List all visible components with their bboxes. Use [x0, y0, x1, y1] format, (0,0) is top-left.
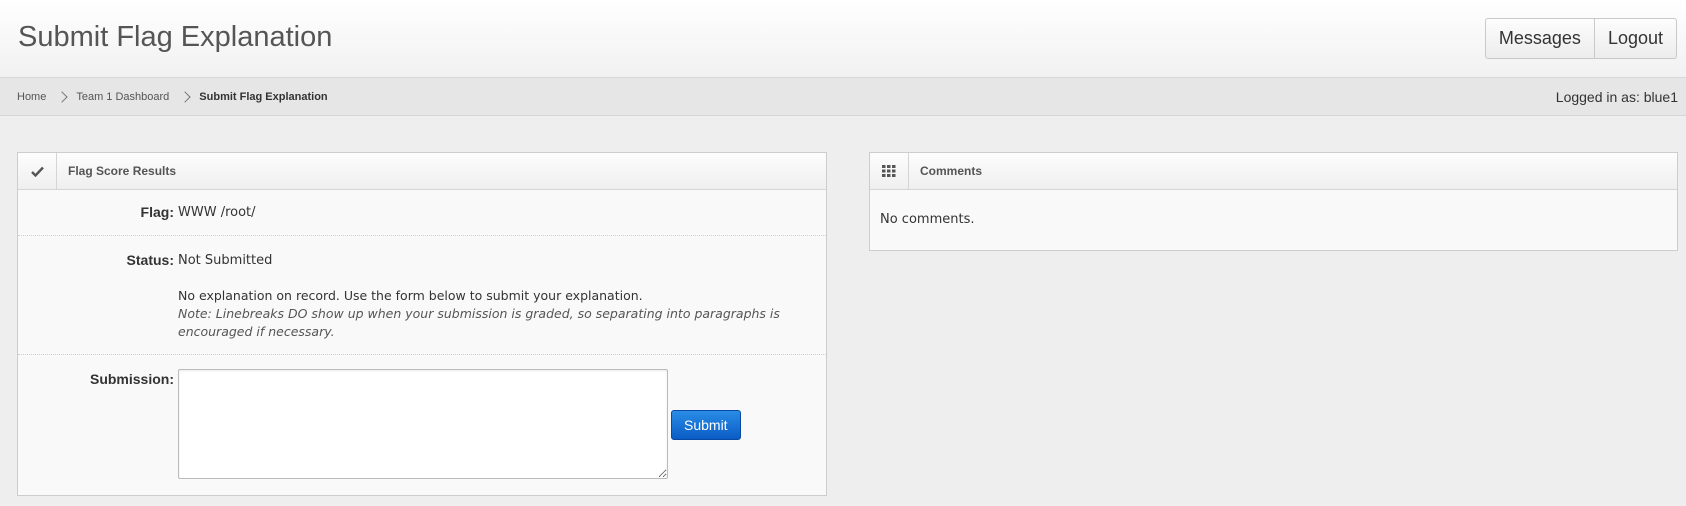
flag-score-panel-title: Flag Score Results [68, 164, 177, 178]
status-row: Status: Not Submitted No explanation on … [18, 236, 826, 355]
breadcrumb-bar: Home Team 1 Dashboard Submit Flag Explan… [0, 78, 1686, 116]
page-title: Submit Flag Explanation [18, 21, 333, 53]
header-button-group: Messages Logout [1484, 18, 1677, 59]
submission-row: Submission: Submit [18, 355, 826, 495]
flag-label: Flag: [140, 204, 174, 220]
no-comments-text: No comments. [880, 212, 975, 227]
explanation-info: No explanation on record. Use the form b… [178, 287, 798, 341]
chevron-right-icon [179, 90, 191, 103]
breadcrumb-current: Submit Flag Explanation [199, 90, 328, 103]
check-icon [18, 153, 57, 189]
flag-score-panel-header: Flag Score Results [18, 153, 826, 190]
chevron-right-icon [56, 90, 69, 103]
status-value: Not Submitted [178, 253, 273, 268]
comments-panel-header: Comments [870, 153, 1677, 190]
submission-label: Submission: [89, 371, 174, 387]
status-label: Status: [126, 252, 174, 268]
grid-icon [870, 153, 909, 189]
submission-textarea[interactable] [178, 369, 668, 479]
breadcrumb-home-link[interactable]: Home [17, 91, 46, 103]
flag-score-panel: Flag Score Results Flag: WWW /root/ Stat… [17, 152, 827, 496]
flag-value: WWW /root/ [178, 205, 256, 220]
submit-button[interactable]: Submit [671, 410, 741, 440]
page-header: Submit Flag Explanation Messages Logout [0, 0, 1686, 78]
breadcrumb: Home Team 1 Dashboard Submit Flag Explan… [17, 78, 328, 115]
linebreak-note: Note: Linebreaks DO show up when your su… [178, 306, 780, 339]
messages-button[interactable]: Messages [1484, 18, 1595, 59]
flag-row: Flag: WWW /root/ [18, 190, 826, 236]
logout-button[interactable]: Logout [1594, 18, 1677, 59]
breadcrumb-dashboard-link[interactable]: Team 1 Dashboard [76, 91, 169, 103]
comments-panel-title: Comments [920, 164, 983, 178]
logged-in-status: Logged in as: blue1 [1555, 88, 1678, 105]
comments-panel: Comments No comments. [869, 152, 1678, 251]
no-explanation-text: No explanation on record. Use the form b… [178, 288, 643, 303]
